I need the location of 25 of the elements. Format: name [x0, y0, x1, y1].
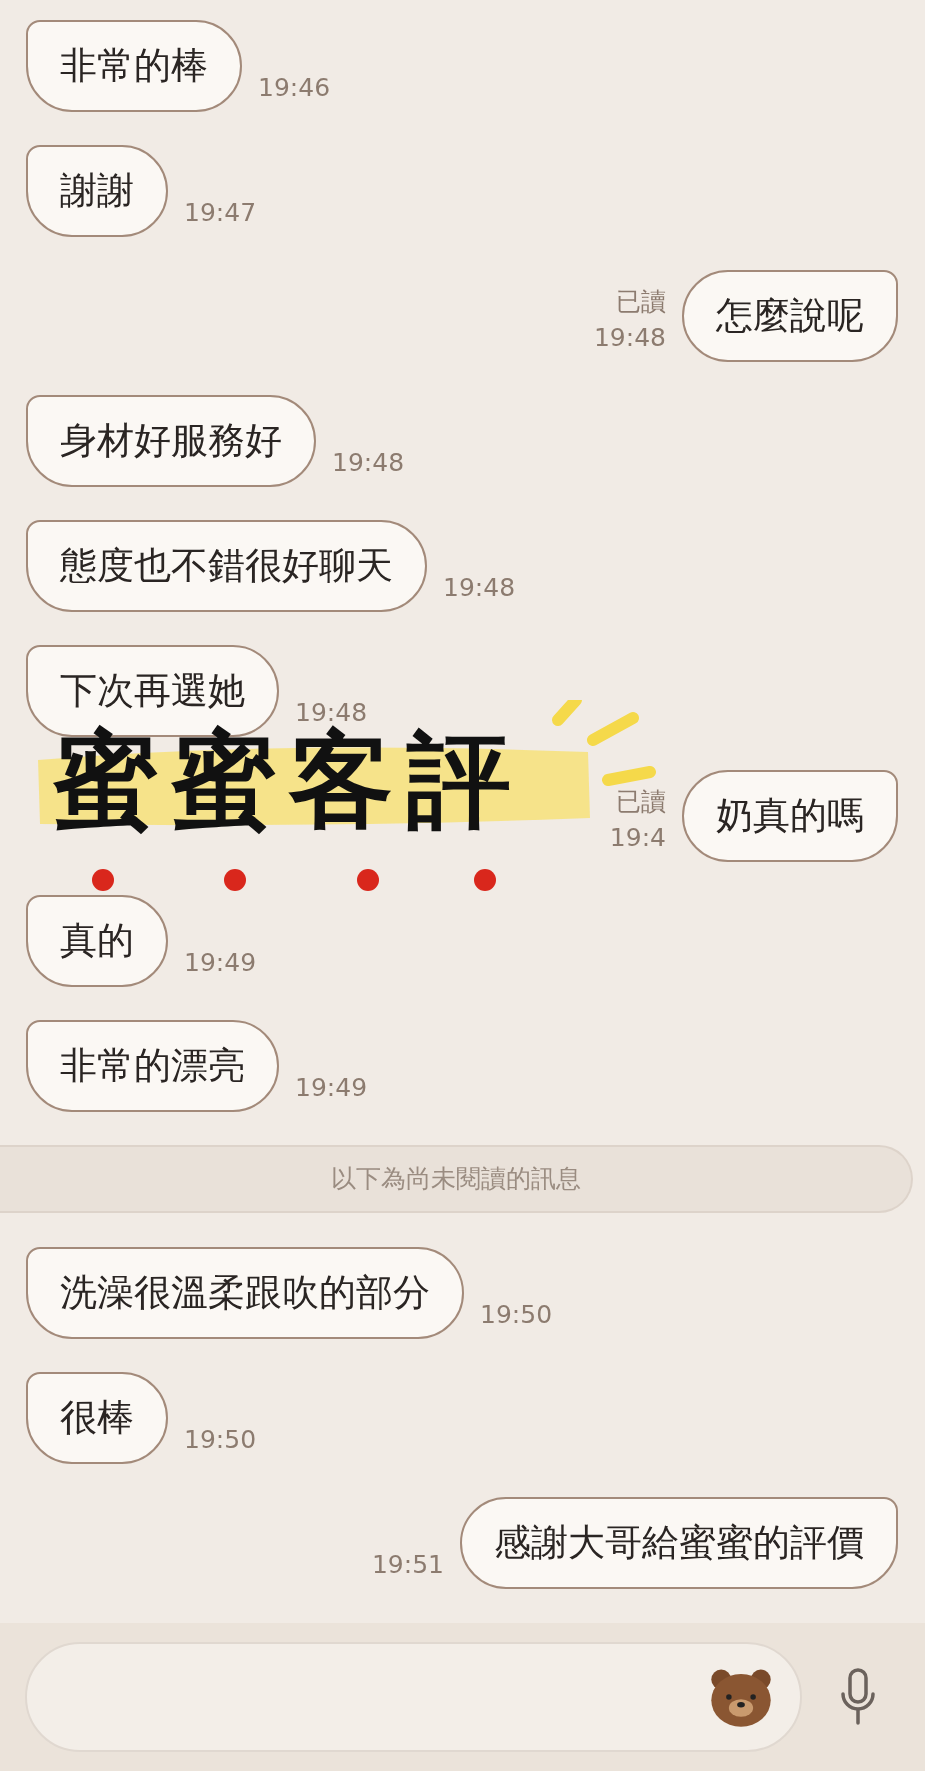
message-time: 19:48 — [593, 322, 666, 354]
message-bubble: 怎麼說呢 — [682, 270, 898, 362]
message-bubble: 態度也不錯很好聊天 — [26, 520, 427, 612]
message-time: 19:48 — [332, 447, 405, 479]
message-time: 19:48 — [443, 572, 516, 604]
message-time: 19:49 — [295, 1072, 368, 1104]
message-time: 19:51 — [371, 1549, 444, 1581]
message-bubble: 真的 — [26, 895, 168, 987]
message-bubble: 非常的漂亮 — [26, 1020, 279, 1112]
message-time: 19:49 — [184, 947, 257, 979]
microphone-icon[interactable] — [838, 1666, 878, 1728]
read-receipt: 已讀 — [616, 286, 666, 318]
message-time: 19:50 — [480, 1299, 553, 1331]
message-time: 19:50 — [184, 1424, 257, 1456]
message-bubble: 謝謝 — [26, 145, 168, 237]
message-time: 19:47 — [184, 197, 257, 229]
message-bubble: 感謝大哥給蜜蜜的評價 — [460, 1497, 898, 1589]
message-bubble: 奶真的嗎 — [682, 770, 898, 862]
message-bubble: 非常的棒 — [26, 20, 242, 112]
message-bubble: 身材好服務好 — [26, 395, 316, 487]
message-bubble: 很棒 — [26, 1372, 168, 1464]
message-time: 19:46 — [258, 72, 331, 104]
read-receipt: 已讀 — [616, 786, 666, 818]
message-bubble: 洗澡很溫柔跟吹的部分 — [26, 1247, 464, 1339]
message-time: 19:4 — [609, 822, 666, 854]
